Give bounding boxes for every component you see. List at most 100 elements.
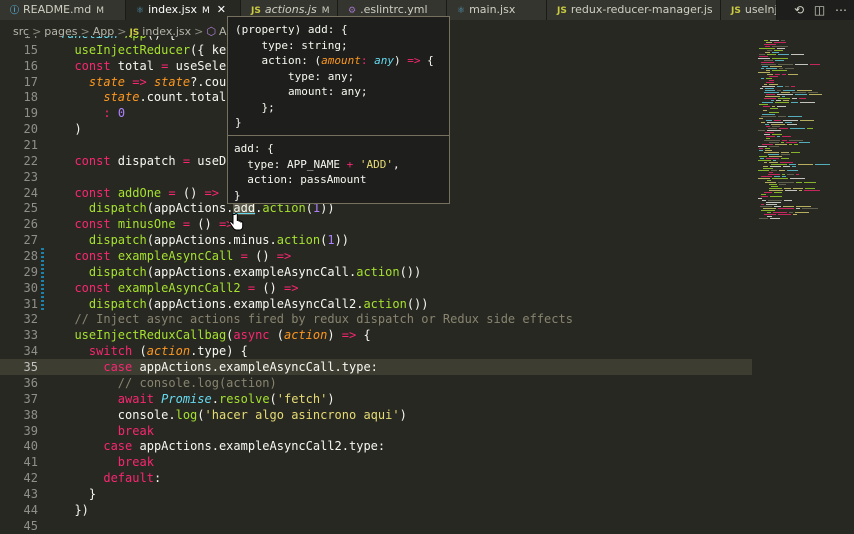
code-line[interactable]: 36 // console.log(action): [0, 375, 752, 391]
minimap-line: [778, 98, 790, 99]
minimap-line: [762, 86, 775, 87]
minimap-line: [768, 200, 782, 201]
minimap-line: [793, 188, 803, 189]
minimap-line: [782, 74, 786, 75]
minimap-line: [765, 52, 770, 53]
minimap-line: [779, 170, 785, 171]
line-number: 19: [23, 106, 38, 121]
code-text: dispatch(appActions.exampleAsyncCall2.ac…: [88, 296, 429, 311]
split-editor-icon[interactable]: ◫: [814, 3, 825, 17]
minimap-line: [763, 106, 770, 107]
file-type-icon: ⚛: [457, 6, 466, 16]
code-text: break: [117, 423, 154, 438]
code-text: break: [117, 455, 154, 470]
minimap-line: [764, 134, 770, 135]
code-line[interactable]: 31 dispatch(appActions.exampleAsyncCall2…: [0, 296, 752, 312]
minimap-line: [783, 100, 789, 101]
line-number: 40: [23, 439, 38, 454]
minimap-line: [777, 90, 781, 91]
minimap-line: [767, 180, 771, 181]
code-line[interactable]: 37 await Promise.resolve('fetch'): [0, 391, 752, 407]
code-line[interactable]: 40 case appActions.exampleAsyncCall2.typ…: [0, 438, 752, 454]
code-text: useInjectReduxCallbag(async (action) => …: [74, 328, 371, 343]
minimap-line: [770, 108, 778, 109]
minimap-line: [767, 54, 776, 55]
minimap-line: [779, 128, 788, 129]
code-line[interactable]: 28 const exampleAsyncCall = () =>: [0, 248, 752, 264]
code-line[interactable]: 33 useInjectReduxCallbag(async (action) …: [0, 327, 752, 343]
minimap-line: [785, 68, 794, 69]
tab-useinjec[interactable]: JSuseInjec: [721, 0, 777, 20]
code-line[interactable]: 34 switch (action.type) {: [0, 343, 752, 359]
file-type-icon: JS: [557, 6, 567, 16]
minimap-line: [764, 214, 776, 215]
code-line[interactable]: 42 default:: [0, 470, 752, 486]
minimap-line: [778, 214, 791, 215]
hover-definition: add: { type: APP_NAME + 'ADD', action: p…: [234, 142, 400, 202]
minimap-line: [770, 196, 782, 197]
line-number: 42: [23, 471, 38, 486]
minimap-line: [771, 164, 787, 165]
minimap-line: [781, 152, 789, 153]
code-line[interactable]: 35 case appActions.exampleAsyncCall.type…: [0, 359, 752, 376]
minimap-line: [764, 192, 772, 193]
minimap-line: [760, 88, 763, 89]
minimap-line: [796, 174, 799, 175]
more-actions-icon[interactable]: ⋯: [835, 3, 847, 17]
code-line[interactable]: 41 break: [0, 454, 752, 470]
line-number: 43: [23, 486, 38, 501]
code-line[interactable]: 39 break: [0, 423, 752, 439]
tab-redux-reducer-manager-js[interactable]: JS redux-reducer-manager.js: [547, 0, 721, 20]
minimap-line: [769, 190, 783, 191]
minimap-line: [772, 52, 779, 53]
code-text: case appActions.exampleAsyncCall.type:: [103, 360, 378, 375]
minimap-line: [770, 66, 782, 67]
minimap-line: [764, 152, 779, 153]
open-changes-icon[interactable]: ⟲: [794, 3, 804, 17]
modified-indicator: M: [321, 6, 330, 16]
minimap-line: [763, 166, 768, 167]
minimap[interactable]: [752, 36, 854, 534]
line-number: 23: [23, 169, 38, 184]
minimap-line: [762, 66, 768, 67]
tab-readme-md[interactable]: ⓘ README.md M: [0, 0, 126, 20]
minimap-line: [805, 188, 815, 189]
code-line[interactable]: 30 const exampleAsyncCall2 = () =>: [0, 280, 752, 296]
minimap-line: [773, 160, 776, 161]
minimap-line: [788, 74, 798, 75]
minimap-line: [769, 172, 773, 173]
minimap-line: [778, 208, 794, 209]
tab-main-jsx[interactable]: ⚛ main.jsx: [447, 0, 547, 20]
minimap-line: [764, 140, 780, 141]
code-line[interactable]: 43 }: [0, 486, 752, 502]
code-line[interactable]: 45: [0, 518, 752, 534]
line-number: 26: [23, 217, 38, 232]
code-line[interactable]: 27 dispatch(appActions.minus.action(1)): [0, 232, 752, 248]
minimap-line: [777, 48, 785, 49]
minimap-line: [777, 136, 780, 137]
minimap-line: [762, 144, 773, 145]
code-line[interactable]: 26 const minusOne = () =>: [0, 216, 752, 232]
minimap-line: [758, 198, 762, 199]
tab-label: redux-reducer-manager.js: [570, 3, 713, 16]
minimap-line: [796, 182, 802, 183]
minimap-line: [761, 116, 776, 117]
minimap-line: [758, 72, 770, 73]
minimap-line: [771, 170, 777, 171]
line-number: 30: [23, 280, 38, 295]
minimap-line: [761, 194, 766, 195]
code-line[interactable]: 38 console.log('hacer algo asincrono aqu…: [0, 407, 752, 423]
line-number: 16: [23, 58, 38, 73]
code-line[interactable]: 32 // Inject async actions fired by redu…: [0, 311, 752, 327]
line-number: 41: [23, 455, 38, 470]
line-number: 20: [23, 122, 38, 137]
code-line[interactable]: 29 dispatch(appActions.exampleAsyncCall.…: [0, 264, 752, 280]
minimap-line: [761, 68, 764, 69]
minimap-line: [764, 40, 768, 41]
modified-indicator: M: [201, 6, 210, 16]
close-tab-icon[interactable]: ✕: [217, 3, 226, 16]
code-line[interactable]: 44 }): [0, 502, 752, 518]
tab-index-jsx[interactable]: ⚛ index.jsx M ✕: [126, 0, 241, 20]
minimap-line: [799, 142, 810, 143]
minimap-line: [783, 206, 794, 207]
